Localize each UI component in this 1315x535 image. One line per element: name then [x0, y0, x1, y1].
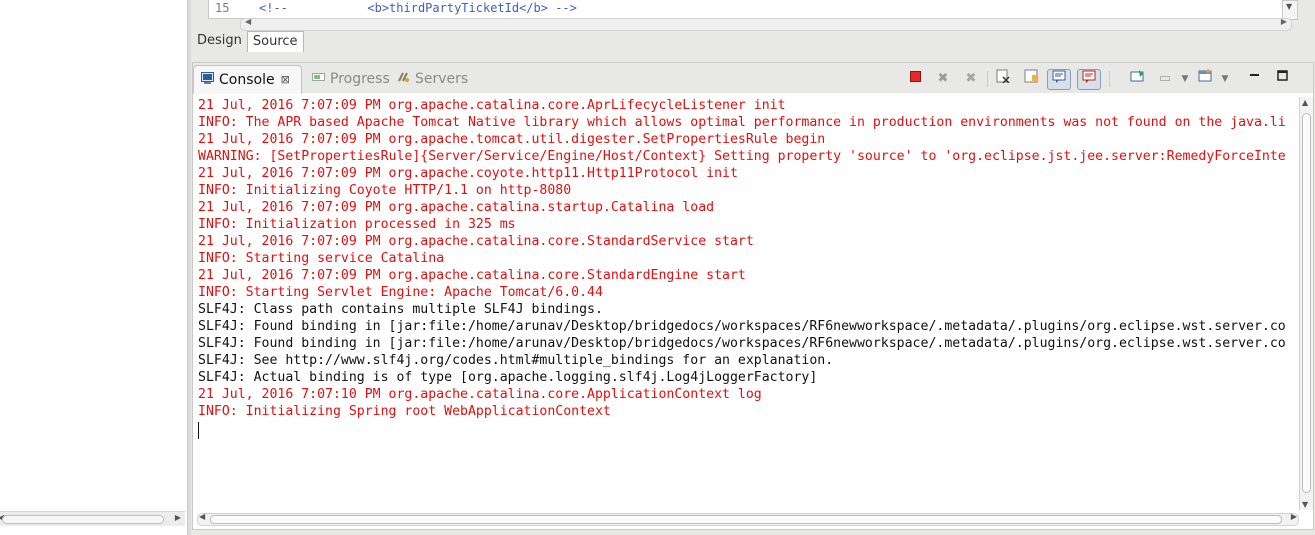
remove-launch-icon[interactable]: ✖ [933, 69, 953, 89]
tab-label: Progress [330, 71, 390, 87]
console-line: 21 Jul, 2016 7:07:09 PM org.apache.coyot… [198, 166, 738, 181]
progress-icon [312, 65, 325, 93]
tab-source[interactable]: Source [246, 31, 304, 52]
console-line: 21 Jul, 2016 7:07:09 PM org.apache.tomca… [198, 132, 826, 147]
console-horizontal-scrollbar[interactable]: ◀ ▶ [197, 512, 1299, 526]
text-cursor [198, 422, 199, 439]
maximize-icon[interactable] [1273, 69, 1293, 89]
tab-servers[interactable]: Servers [390, 65, 468, 93]
console-line: SLF4J: Class path contains multiple SLF4… [198, 302, 603, 317]
editor-area: 15 <!-- <b>thirdPartyTicketId</b> --> ▼ … [192, 0, 1315, 58]
close-icon[interactable]: ⊠ [281, 66, 290, 94]
console-line: 21 Jul, 2016 7:07:09 PM org.apache.catal… [198, 268, 746, 283]
sash-divider[interactable] [188, 0, 191, 535]
tab-progress[interactable]: Progress [305, 65, 390, 93]
toolbar-separator [1109, 71, 1110, 87]
show-console-on-stderr-icon[interactable] [1077, 69, 1101, 90]
remove-all-terminated-icon[interactable]: ✖ [961, 69, 981, 89]
console-line: 21 Jul, 2016 7:07:10 PM org.apache.catal… [198, 387, 762, 402]
scroll-down-icon[interactable]: ▼ [1286, 2, 1292, 11]
chevron-down-icon[interactable]: ▼ [1215, 69, 1235, 89]
console-line: SLF4J: Found binding in [jar:file:/home/… [198, 319, 1286, 334]
terminate-icon[interactable] [905, 69, 925, 89]
scroll-left-icon[interactable]: ◀ [199, 512, 205, 521]
console-line: 21 Jul, 2016 7:07:09 PM org.apache.catal… [198, 200, 715, 215]
left-horizontal-scrollbar[interactable]: ◀ ▶ [0, 511, 185, 526]
clear-console-icon[interactable] [993, 69, 1013, 89]
console-line: SLF4J: Found binding in [jar:file:/home/… [198, 336, 1286, 351]
console-line: WARNING: [SetPropertiesRule]{Server/Serv… [198, 149, 1286, 164]
line-number: 15 [215, 1, 230, 15]
console-line: INFO: Initializing Spring root WebApplic… [198, 404, 611, 419]
editor-tab-bar: Design Source [192, 31, 304, 53]
scroll-right-icon[interactable]: ▶ [1291, 512, 1297, 521]
editor-horizontal-scrollbar[interactable]: ◀ ▶ [240, 17, 1292, 31]
scrollbar-thumb[interactable] [210, 515, 1282, 524]
minimize-icon[interactable] [1245, 69, 1265, 89]
console-line: 21 Jul, 2016 7:07:09 PM org.apache.catal… [198, 98, 786, 113]
scrollbar-thumb[interactable] [2, 515, 164, 524]
show-console-on-stdout-icon[interactable] [1047, 69, 1071, 90]
console-line: SLF4J: Actual binding is of type [org.ap… [198, 370, 818, 385]
console-line: SLF4J: See http://www.slf4j.org/codes.ht… [198, 353, 834, 368]
console-icon [201, 66, 214, 94]
code-line[interactable]: <!-- <b>thirdPartyTicketId</b> --> [259, 1, 577, 15]
console-line: INFO: Initialization processed in 325 ms [198, 217, 516, 232]
scroll-lock-icon[interactable] [1021, 69, 1041, 89]
open-console-icon[interactable] [1195, 69, 1215, 89]
scroll-down-icon[interactable]: ▼ [1302, 500, 1308, 509]
source-editor[interactable]: 15 <!-- <b>thirdPartyTicketId</b> --> [208, 0, 1292, 19]
view-header: Console ⊠ Progress Servers ✖ ✖ ▭ ▼ ▼ [193, 63, 1313, 94]
console-line: INFO: Starting Servlet Engine: Apache To… [198, 285, 603, 300]
scroll-right-icon[interactable]: ▶ [175, 513, 181, 522]
console-line: 21 Jul, 2016 7:07:09 PM org.apache.catal… [198, 234, 754, 249]
left-panel: ◀ ▶ [0, 0, 188, 535]
console-line: INFO: Starting service Catalina [198, 251, 445, 266]
pin-console-icon[interactable] [1127, 69, 1147, 89]
display-selected-console-icon[interactable]: ▭ [1155, 69, 1175, 89]
toolbar-separator [987, 71, 988, 87]
chevron-down-icon[interactable]: ▼ [1175, 69, 1195, 89]
console-line: INFO: The APR based Apache Tomcat Native… [198, 115, 1286, 130]
tab-label: Servers [415, 71, 469, 87]
tab-design[interactable]: Design [192, 31, 247, 51]
scroll-right-icon[interactable]: ▶ [1281, 17, 1287, 26]
scroll-up-icon[interactable]: ▲ [1302, 98, 1308, 107]
tab-console[interactable]: Console ⊠ [193, 65, 302, 94]
console-line: INFO: Initializing Coyote HTTP/1.1 on ht… [198, 183, 572, 198]
console-vertical-scrollbar[interactable]: ▲ ▼ [1299, 97, 1313, 510]
console-output[interactable]: 21 Jul, 2016 7:07:09 PM org.apache.catal… [198, 97, 1296, 510]
scrollbar-thumb[interactable] [1302, 113, 1311, 493]
console-view: Console ⊠ Progress Servers ✖ ✖ ▭ ▼ ▼ 21 … [192, 62, 1314, 530]
scroll-left-icon[interactable]: ◀ [245, 17, 251, 26]
servers-icon [397, 65, 410, 93]
tab-label: Console [219, 72, 275, 88]
